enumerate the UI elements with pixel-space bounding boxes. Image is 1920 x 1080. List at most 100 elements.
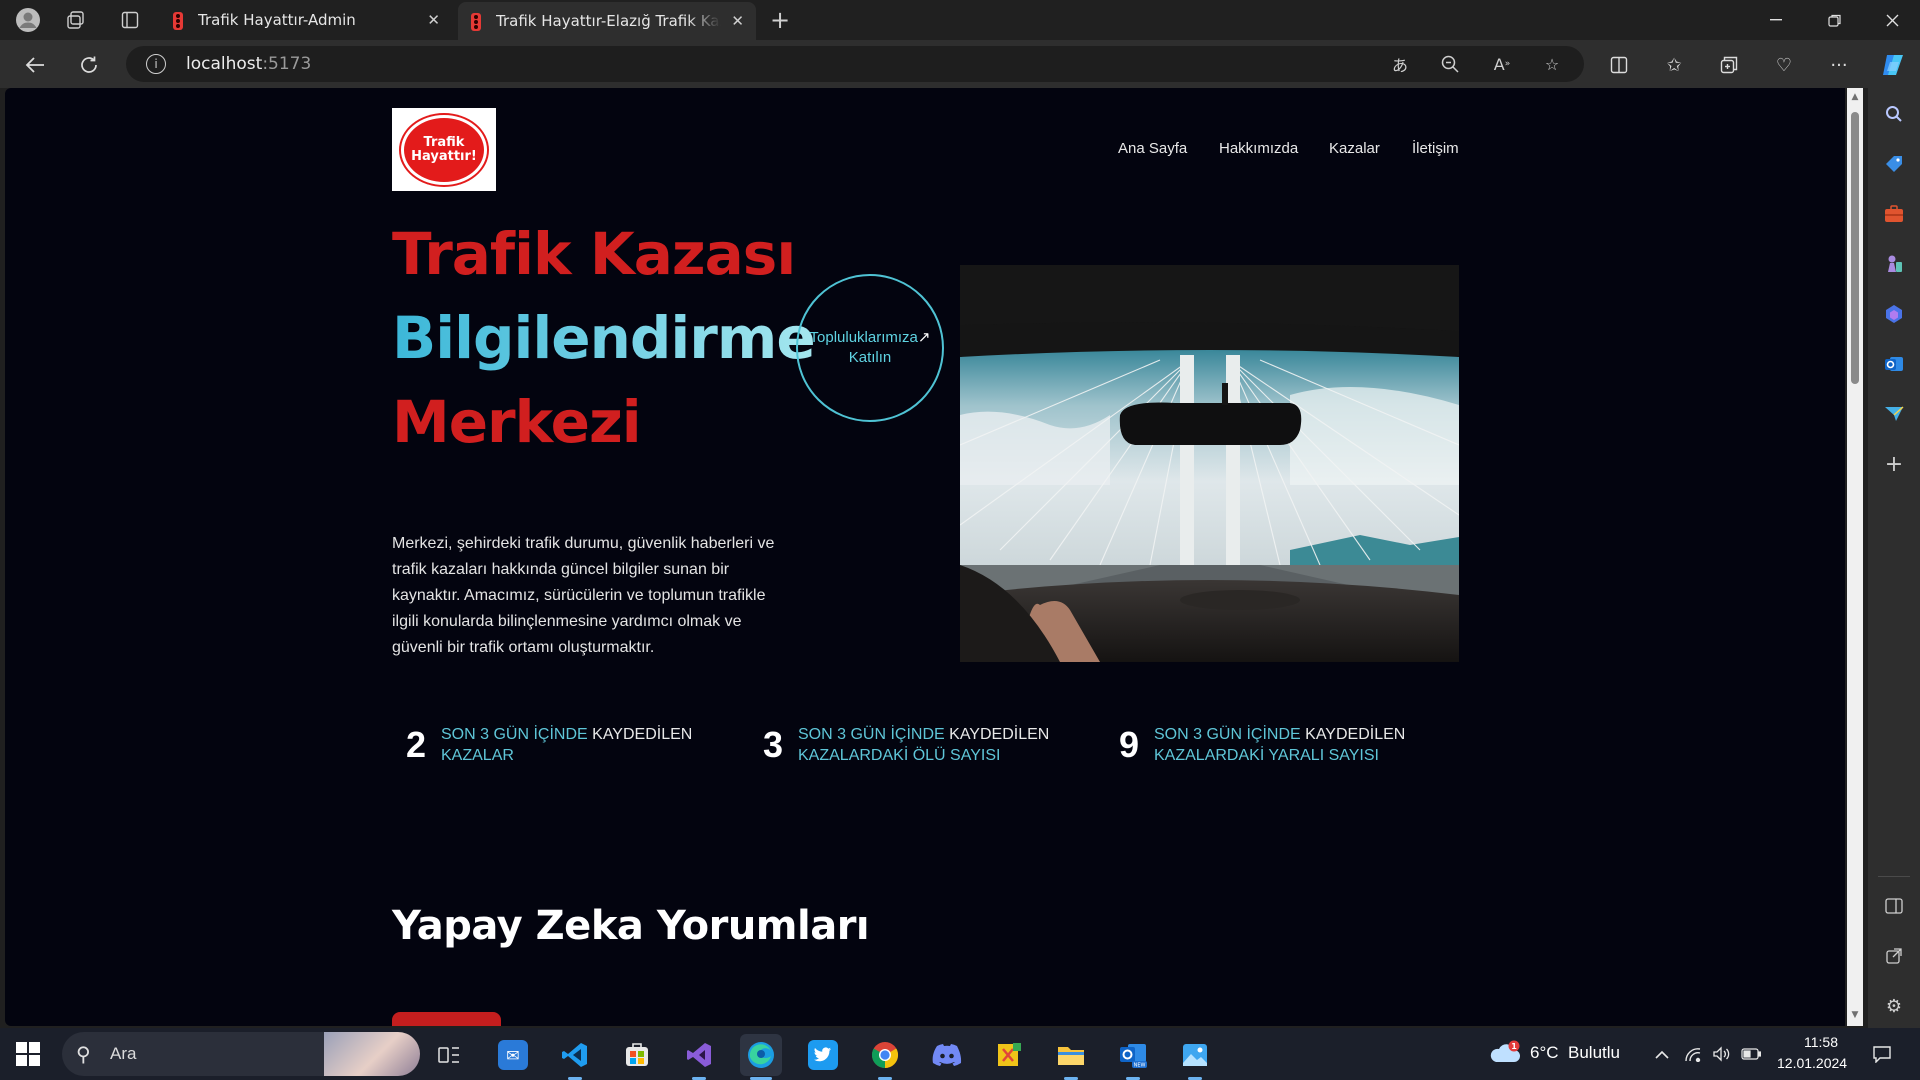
traffic-light-favicon-icon	[470, 13, 484, 31]
workspaces-icon[interactable]	[62, 6, 90, 34]
twitter-app-icon[interactable]	[802, 1034, 844, 1076]
outlook-icon[interactable]	[1880, 350, 1908, 378]
refresh-icon[interactable]	[72, 48, 106, 82]
discord-app-icon[interactable]	[926, 1034, 968, 1076]
tab-admin[interactable]: Trafik Hayattır-Admin ✕	[160, 0, 452, 40]
tab-bar: Trafik Hayattır-Admin ✕ Trafik Hayattır-…	[0, 0, 1920, 40]
hero-title-line-1: Trafik Kazası	[392, 220, 796, 288]
shopping-tag-icon[interactable]	[1880, 150, 1908, 178]
back-icon[interactable]	[18, 48, 52, 82]
svg-text:1: 1	[1511, 1042, 1517, 1051]
clock-time[interactable]: 11:58	[1794, 1034, 1848, 1050]
zoom-icon[interactable]	[1438, 52, 1462, 76]
site-logo[interactable]: Trafik Hayattır!	[392, 108, 496, 191]
split-screen-icon[interactable]	[1602, 48, 1636, 82]
tab-elazig[interactable]: Trafik Hayattır-Elazığ Trafik Kazası ✕	[458, 2, 756, 40]
translate-icon[interactable]: あ	[1388, 52, 1412, 76]
mail-app-icon[interactable]: ✉	[492, 1034, 534, 1076]
minimize-icon[interactable]	[1748, 0, 1804, 40]
edge-sidebar: + ⚙	[1868, 88, 1920, 1028]
svg-text:NEW: NEW	[1134, 1063, 1146, 1069]
scroll-down-icon[interactable]: ▼	[1850, 1010, 1860, 1020]
chrome-browser-icon[interactable]	[864, 1034, 906, 1080]
stat-label: SON 3 GÜN İÇİNDE KAYDEDİLEN KAZALAR	[441, 726, 693, 764]
weather-condition: Bulutlu	[1568, 1043, 1620, 1062]
games-chess-icon[interactable]	[1880, 250, 1908, 278]
add-sidebar-app-icon[interactable]: +	[1880, 450, 1908, 478]
vscode-app-icon[interactable]	[554, 1034, 596, 1080]
outlook-new-icon[interactable]: NEW	[1112, 1034, 1154, 1080]
favorites-icon[interactable]: ✩	[1657, 48, 1691, 82]
microsoft-store-icon[interactable]	[616, 1034, 658, 1076]
stat-value: 3	[762, 724, 784, 765]
file-explorer-icon[interactable]	[1050, 1034, 1092, 1080]
nav-link-contact[interactable]: İletişim	[1412, 140, 1459, 157]
windows-start-icon[interactable]	[16, 1042, 40, 1066]
more-options-icon[interactable]: ···	[1822, 48, 1856, 82]
site-info-icon[interactable]: i	[146, 54, 166, 74]
tools-briefcase-icon[interactable]	[1880, 200, 1908, 228]
photos-app-icon[interactable]	[1174, 1034, 1216, 1080]
sidebar-divider	[1878, 876, 1910, 877]
microsoft-365-icon[interactable]	[1880, 300, 1908, 328]
page-viewport: Trafik Hayattır! Ana Sayfa Hakkımızda Ka…	[5, 88, 1845, 1026]
sidebar-panel-icon[interactable]	[1880, 892, 1908, 920]
volume-icon[interactable]	[1711, 1044, 1731, 1064]
favorite-star-icon[interactable]: ☆	[1540, 52, 1564, 76]
show-hidden-icons-chevron-icon[interactable]	[1652, 1044, 1672, 1064]
network-icon[interactable]	[1683, 1044, 1703, 1064]
hero-title-line-2: Bilgilendirme	[392, 304, 816, 372]
open-external-icon[interactable]	[1880, 942, 1908, 970]
search-icon: ⚲	[76, 1042, 91, 1066]
join-label: Katılın	[848, 349, 892, 366]
join-label: Topluluklarımıza	[809, 329, 918, 346]
tab-title: Trafik Hayattır-Admin	[198, 11, 356, 29]
ai-comments-button[interactable]	[392, 1012, 501, 1026]
visual-studio-icon[interactable]	[678, 1034, 720, 1080]
hero-description: Merkezi, şehirdeki trafik durumu, güvenl…	[392, 535, 775, 656]
address-bar[interactable]: i localhost:5173 あ A» ☆	[126, 46, 1584, 82]
taskbar-search[interactable]: ⚲ Ara	[62, 1032, 420, 1076]
hero-title-line-3: Merkezi	[392, 388, 642, 456]
read-aloud-icon[interactable]: A»	[1490, 52, 1514, 76]
task-view-icon[interactable]	[428, 1034, 470, 1076]
weather-temp: 6°C	[1530, 1043, 1559, 1062]
drop-send-icon[interactable]	[1880, 400, 1908, 428]
edge-browser-icon[interactable]	[740, 1034, 782, 1080]
page-scrollbar[interactable]: ▲ ▼	[1847, 88, 1863, 1026]
scroll-up-icon[interactable]: ▲	[1850, 92, 1860, 102]
stat-accidents: 2 SON 3 GÜN İÇİNDE KAYDEDİLEN KAZALAR	[401, 724, 692, 766]
arrow-up-right-icon: ↗	[917, 329, 931, 346]
clock-date[interactable]: 12.01.2024	[1777, 1055, 1847, 1071]
close-tab-icon[interactable]: ✕	[427, 11, 440, 29]
windows-taskbar: ⚲ Ara ✉ NEW 1 6°C Bulutlu 11:58 12.01.20…	[0, 1028, 1920, 1080]
battery-icon[interactable]	[1741, 1044, 1761, 1064]
sticky-tools-icon[interactable]	[988, 1034, 1030, 1076]
tab-title: Trafik Hayattır-Elazığ Trafik Kazası	[496, 12, 721, 30]
notifications-icon[interactable]	[1870, 1044, 1894, 1064]
close-window-icon[interactable]	[1864, 0, 1920, 40]
join-community-button[interactable]: Topluluklarımıza↗ Katılın	[796, 274, 944, 422]
settings-gear-icon[interactable]: ⚙	[1880, 992, 1908, 1020]
stat-value: 2	[405, 724, 427, 765]
search-icon[interactable]	[1880, 100, 1908, 128]
nav-link-about[interactable]: Hakkımızda	[1219, 140, 1298, 157]
stat-value: 9	[1118, 724, 1140, 765]
stat-label: SON 3 GÜN İÇİNDE KAYDEDİLEN KAZALARDAKİ …	[798, 726, 1050, 764]
copilot-icon[interactable]	[1876, 48, 1910, 82]
collections-icon[interactable]	[1712, 48, 1746, 82]
stat-injured: 9 SON 3 GÜN İÇİNDE KAYDEDİLEN KAZALARDAK…	[1114, 724, 1405, 766]
ai-comments-heading: Yapay Zeka Yorumları	[392, 903, 870, 949]
close-tab-icon[interactable]: ✕	[731, 12, 744, 30]
nav-link-home[interactable]: Ana Sayfa	[1118, 140, 1187, 157]
browser-essentials-icon[interactable]: ♡	[1767, 48, 1801, 82]
url-text: localhost:5173	[186, 54, 312, 74]
weather-cloud-icon[interactable]: 1	[1488, 1040, 1522, 1066]
new-tab-icon[interactable]: +	[766, 6, 794, 34]
restore-icon[interactable]	[1806, 0, 1862, 40]
scroll-thumb[interactable]	[1851, 112, 1859, 384]
profile-avatar-icon[interactable]	[14, 6, 42, 34]
nav-link-accidents[interactable]: Kazalar	[1329, 140, 1380, 157]
tab-actions-icon[interactable]	[116, 6, 144, 34]
logo-badge: Trafik Hayattır!	[401, 114, 487, 185]
